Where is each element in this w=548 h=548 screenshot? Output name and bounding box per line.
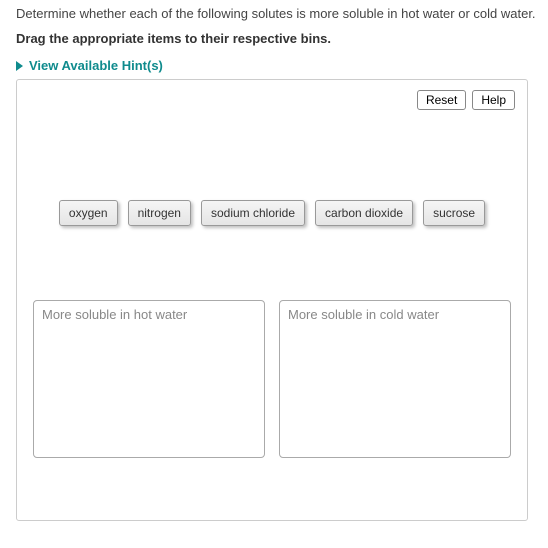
activity-panel: Reset Help oxygen nitrogen sodium chlori… — [16, 79, 528, 521]
chip-sodium-chloride[interactable]: sodium chloride — [201, 200, 305, 226]
hints-label: View Available Hint(s) — [29, 58, 163, 73]
chip-oxygen[interactable]: oxygen — [59, 200, 118, 226]
reset-button[interactable]: Reset — [417, 90, 466, 110]
bin-hot-water[interactable]: More soluble in hot water — [33, 300, 265, 458]
chip-carbon-dioxide[interactable]: carbon dioxide — [315, 200, 413, 226]
help-button[interactable]: Help — [472, 90, 515, 110]
chip-nitrogen[interactable]: nitrogen — [128, 200, 191, 226]
panel-toolbar: Reset Help — [29, 90, 515, 110]
instruction-text: Drag the appropriate items to their resp… — [16, 31, 548, 46]
bins-row: More soluble in hot water More soluble i… — [29, 300, 515, 458]
bin-title: More soluble in cold water — [288, 307, 502, 322]
chevron-right-icon — [16, 61, 23, 71]
chip-sucrose[interactable]: sucrose — [423, 200, 485, 226]
bin-title: More soluble in hot water — [42, 307, 256, 322]
bin-cold-water[interactable]: More soluble in cold water — [279, 300, 511, 458]
draggable-chips-row: oxygen nitrogen sodium chloride carbon d… — [29, 200, 515, 226]
view-hints-toggle[interactable]: View Available Hint(s) — [16, 58, 163, 73]
question-text: Determine whether each of the following … — [16, 6, 548, 21]
